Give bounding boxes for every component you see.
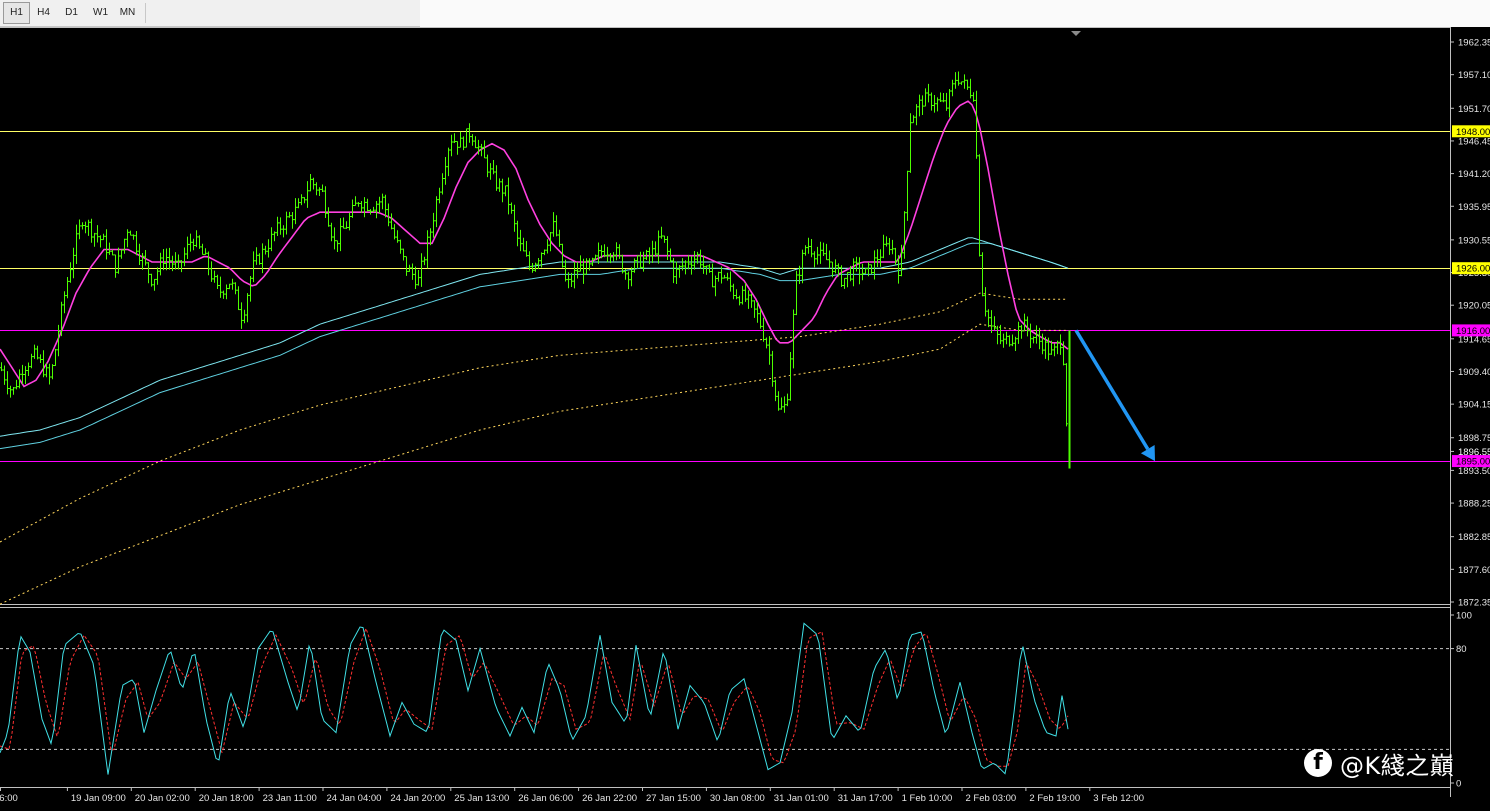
price-tick-label: 1962.35	[1458, 38, 1490, 49]
time-tick-label: 25 Jan 13:00	[454, 793, 509, 804]
time-tick-label: 31 Jan 17:00	[838, 793, 893, 804]
stoch-level-label: 80	[1456, 644, 1467, 655]
timeframe-mn-button[interactable]: MN	[114, 2, 141, 24]
time-tick-label: 19 Jan 09:00	[71, 793, 126, 804]
stoch-level-label: 100	[1456, 611, 1472, 622]
price-tick-label: 1930.55	[1458, 235, 1490, 246]
timeframe-h1-button[interactable]: H1	[3, 2, 30, 24]
watermark-handle: @K綫之巔	[1340, 751, 1455, 780]
time-tick-label: 2 Feb 03:00	[966, 793, 1017, 804]
time-tick-label: 2 Feb 19:00	[1029, 793, 1080, 804]
price-tick-label: 1951.70	[1458, 104, 1490, 115]
watermark: f @K綫之巔	[1304, 745, 1454, 781]
price-tick-label: 1877.60	[1458, 565, 1490, 576]
chart-background	[0, 27, 1490, 811]
toolbar-empty-area	[420, 0, 1490, 27]
facebook-icon: f	[1304, 749, 1332, 777]
price-tick-label: 1935.95	[1458, 202, 1490, 213]
price-chart[interactable]: 1962.35 1957.10 1951.70 1946.45 1941.20 1935.…	[0, 27, 1490, 811]
time-tick-label: 23 Jan 11:00	[263, 793, 317, 804]
price-tick-label: 1882.85	[1458, 532, 1490, 543]
time-tick-label: 20 Jan 02:00	[135, 793, 190, 804]
price-tick-label: 1946.45	[1458, 136, 1490, 147]
timeframe-h4-button[interactable]: H4	[30, 2, 57, 24]
time-tick-label: 27 Jan 15:00	[646, 793, 701, 804]
price-tick-label: 1904.15	[1458, 400, 1490, 411]
level-label-2: 1916.00	[1456, 326, 1490, 337]
price-tick-label: 1941.20	[1458, 169, 1490, 180]
time-tick-label: 30 Jan 08:00	[710, 793, 765, 804]
stoch-level-label: 0	[1456, 779, 1461, 790]
time-tick-label: 26 Jan 06:00	[518, 793, 573, 804]
timeframe-w1-button[interactable]: W1	[87, 2, 114, 24]
price-tick-label: 1888.25	[1458, 499, 1490, 510]
level-label-3: 1895.00	[1456, 457, 1490, 468]
time-tick-label: 24 Jan 20:00	[390, 793, 445, 804]
price-tick-label: 1957.10	[1458, 70, 1490, 81]
time-tick-label: 1 Feb 10:00	[902, 793, 953, 804]
time-tick-label: 31 Jan 01:00	[774, 793, 829, 804]
time-tick-label: 26 Jan 22:00	[582, 793, 637, 804]
price-tick-label: 1909.40	[1458, 367, 1490, 378]
timeframe-d1-button[interactable]: D1	[58, 2, 85, 24]
level-label-0: 1948.00	[1456, 127, 1490, 138]
level-label-1: 1926.00	[1456, 264, 1490, 275]
time-tick-label: 20 Jan 18:00	[199, 793, 254, 804]
price-tick-label: 1872.35	[1458, 598, 1490, 609]
toolbar-separator	[145, 3, 146, 23]
time-tick-label: 3 Feb 12:00	[1093, 793, 1144, 804]
time-tick-label: 24 Jan 04:00	[327, 793, 382, 804]
price-tick-label: 1920.05	[1458, 301, 1490, 312]
price-tick-label: 1898.75	[1458, 433, 1490, 444]
time-tick-label: 16:00	[0, 793, 18, 804]
timeframe-toolbar: H1 H4 D1 W1 MN	[0, 0, 1490, 27]
